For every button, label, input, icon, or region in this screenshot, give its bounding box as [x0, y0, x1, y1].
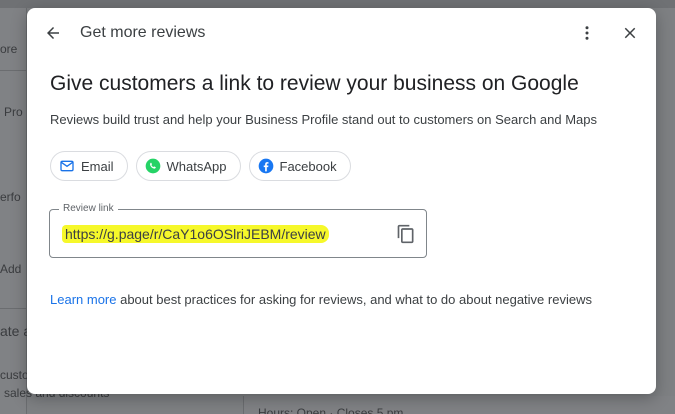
dialog-heading: Give customers a link to review your bus… [50, 72, 579, 95]
back-button[interactable] [40, 20, 66, 46]
get-more-reviews-dialog: Get more reviews Give customers a link t… [27, 8, 656, 394]
close-button[interactable] [617, 20, 643, 46]
learn-more-link[interactable]: Learn more [50, 292, 116, 307]
background-text: Add [0, 262, 22, 276]
share-email-label: Email [81, 158, 114, 174]
background-hours-panel: Hours: Open · Closes 5 pm [243, 396, 675, 414]
more-vert-icon [585, 26, 589, 40]
share-whatsapp-label: WhatsApp [166, 158, 227, 174]
background-text: Hours: Open · Closes 5 pm [258, 406, 404, 414]
review-link-field[interactable]: Review link https://g.page/r/CaY1o6OSlri… [49, 203, 427, 258]
share-facebook-button[interactable]: Facebook [248, 151, 351, 181]
share-email-button[interactable]: Email [50, 151, 128, 181]
review-link-label: Review link [59, 203, 118, 214]
footer-description: about best practices for asking for revi… [116, 292, 592, 307]
background-text: Pro [4, 105, 23, 119]
background-text: erfo [0, 190, 21, 204]
share-options: Email WhatsApp Facebook [50, 151, 351, 181]
background-text: ore [0, 42, 18, 56]
facebook-icon [258, 158, 274, 174]
background-topbar [0, 0, 675, 8]
arrow-back-icon [47, 27, 59, 39]
footer-text: Learn more about best practices for aski… [50, 292, 592, 307]
background-text: custo [0, 368, 29, 382]
review-link-value[interactable]: https://g.page/r/CaY1o6OSlriJEBM/review [62, 225, 329, 243]
copy-link-button[interactable] [394, 222, 418, 246]
share-facebook-label: Facebook [279, 158, 337, 174]
dialog-subtext: Reviews build trust and help your Busine… [50, 112, 598, 127]
more-options-button[interactable] [574, 20, 600, 46]
copy-icon [397, 224, 414, 244]
whatsapp-icon [145, 158, 161, 174]
dialog-title: Get more reviews [80, 24, 206, 41]
close-icon [624, 27, 636, 39]
background-sidebar [0, 8, 27, 414]
share-whatsapp-button[interactable]: WhatsApp [135, 151, 241, 181]
mail-icon [59, 158, 75, 174]
